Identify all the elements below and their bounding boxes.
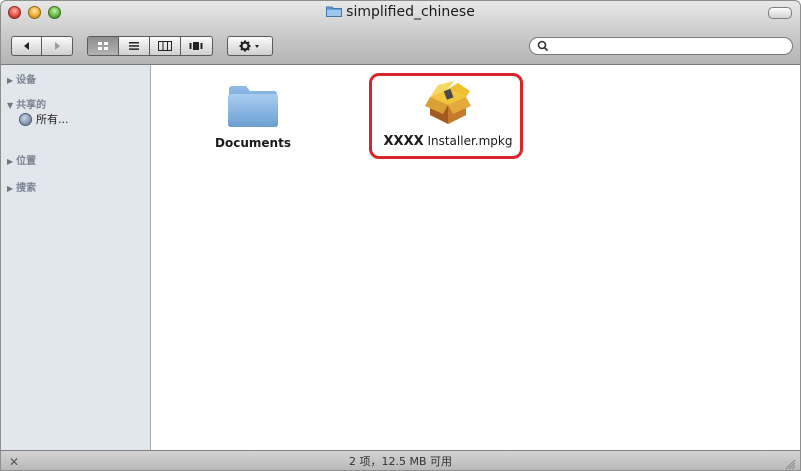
back-button[interactable] — [12, 37, 43, 55]
window-title-bar: simplified_chinese — [1, 4, 800, 20]
sidebar-section-search-for[interactable]: ▶ 搜索 — [7, 179, 36, 194]
folder-icon — [228, 86, 278, 127]
status-bar: ✕ 2 项，12.5 MB 可用 — [1, 450, 800, 470]
sidebar-section-places[interactable]: ▶ 位置 — [7, 152, 36, 167]
search-field[interactable] — [529, 37, 793, 55]
sidebar-item-all-shared[interactable]: 所有... — [19, 111, 69, 127]
window-title: simplified_chinese — [346, 4, 475, 20]
finder-window: simplified_chinese ▶ 设备 ▼ 共享的 所有... ▶ 位置… — [0, 0, 801, 471]
toolbar-toggle-button[interactable] — [768, 7, 792, 19]
status-text: 2 项，12.5 MB 可用 — [348, 455, 453, 468]
disclosure-right-icon: ▶ — [7, 76, 14, 85]
window-toolbar: simplified_chinese — [1, 1, 800, 65]
coverflow-view-icon — [189, 42, 203, 50]
forward-button[interactable] — [42, 37, 72, 55]
list-view-button[interactable] — [119, 37, 150, 55]
file-browser: Documents XXXX Installer.mpkg — [151, 65, 800, 450]
list-view-icon — [129, 42, 139, 50]
path-toggle-icon[interactable]: ✕ — [9, 451, 19, 470]
resize-grip-icon[interactable] — [784, 458, 796, 470]
gear-icon — [239, 40, 259, 52]
file-item-documents[interactable]: Documents — [213, 83, 293, 150]
disclosure-down-icon: ▼ — [7, 101, 14, 110]
nav-buttons — [11, 36, 73, 56]
folder-icon — [326, 5, 343, 17]
file-name: Documents — [215, 136, 291, 150]
back-icon — [23, 42, 29, 50]
action-menu-button[interactable] — [227, 36, 273, 56]
column-view-button[interactable] — [150, 37, 181, 55]
column-view-icon — [158, 41, 172, 51]
disclosure-right-icon: ▶ — [7, 157, 14, 166]
forward-icon — [55, 42, 60, 50]
sidebar-section-shared[interactable]: ▼ 共享的 — [7, 96, 46, 111]
sidebar-section-devices[interactable]: ▶ 设备 — [7, 71, 36, 86]
icon-view-icon — [98, 42, 108, 50]
sidebar: ▶ 设备 ▼ 共享的 所有... ▶ 位置 ▶ 搜索 — [1, 65, 151, 450]
highlight-box — [369, 73, 523, 159]
search-icon — [537, 40, 549, 52]
network-globe-icon — [19, 112, 32, 126]
coverflow-view-button[interactable] — [181, 37, 212, 55]
icon-view-button[interactable] — [88, 37, 119, 55]
view-switcher — [87, 36, 213, 56]
disclosure-right-icon: ▶ — [7, 184, 14, 193]
